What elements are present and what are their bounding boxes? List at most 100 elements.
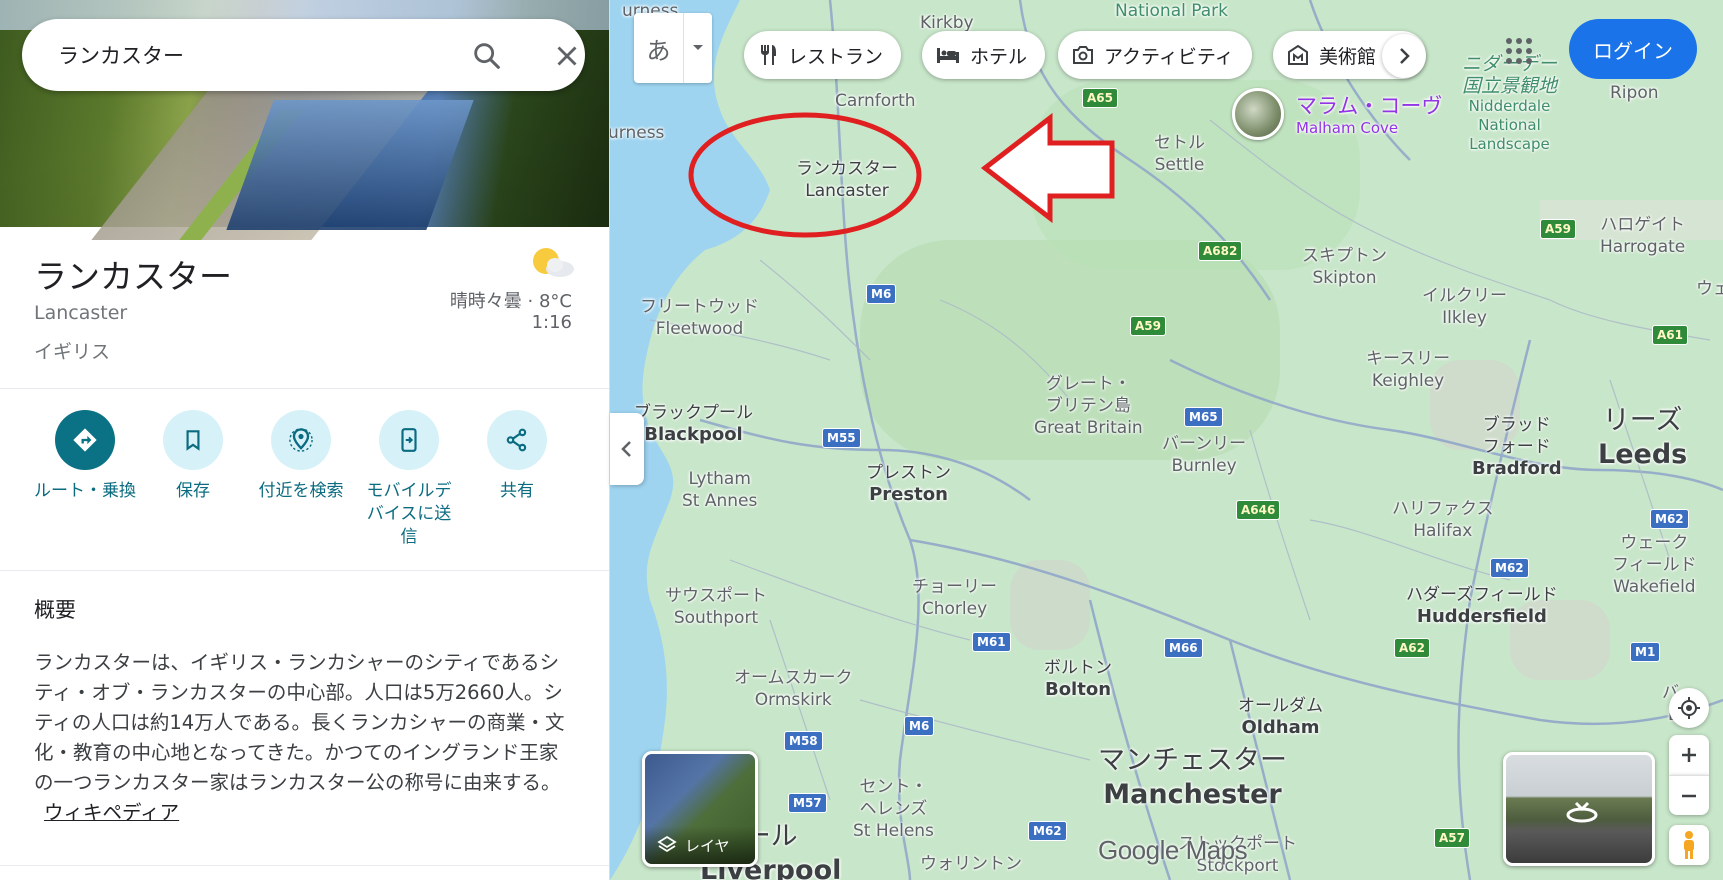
directions-label: ルート・乗換 bbox=[34, 481, 136, 501]
road-shield: A646 bbox=[1236, 500, 1281, 520]
chip-hotels[interactable]: ホテル bbox=[922, 31, 1046, 79]
map-label-warrington: ウォリントン bbox=[920, 854, 1022, 874]
street-view-thumbnail[interactable] bbox=[1503, 752, 1655, 866]
map-canvas[interactable]: urness urness National Park Kirkby Carnf… bbox=[610, 0, 1723, 880]
map-label-great-britain: グレート・ ブリテン島 Great Britain bbox=[1034, 374, 1143, 438]
save-button[interactable]: 保存 bbox=[138, 410, 248, 503]
nearby-icon bbox=[289, 428, 313, 452]
chip-label: アクティビティ bbox=[1104, 45, 1234, 68]
chips-next-button[interactable] bbox=[1382, 34, 1426, 78]
map-label-blackpool: ブラックプール Blackpool bbox=[634, 403, 753, 445]
road-shield: M57 bbox=[788, 793, 827, 813]
google-maps-logo: Google Maps bbox=[1098, 835, 1248, 865]
map-label-skipton: スキプトン Skipton bbox=[1302, 246, 1387, 288]
road-shield: M62 bbox=[1490, 558, 1529, 578]
road-shield: A682 bbox=[1198, 241, 1243, 261]
map-label-oldham: オールダム Oldham bbox=[1238, 696, 1323, 738]
map-label-harrogate: ハロゲイト Harrogate bbox=[1600, 215, 1686, 257]
place-subtitle: Lancaster bbox=[34, 302, 128, 324]
layers-bar: レイヤ bbox=[645, 826, 755, 864]
directions-button[interactable]: ルート・乗換 bbox=[30, 410, 140, 503]
collapse-panel-button[interactable] bbox=[610, 413, 644, 485]
wikipedia-link[interactable]: ウィキペディア bbox=[44, 801, 179, 824]
map-label-settle: セトル Settle bbox=[1154, 133, 1205, 175]
divider bbox=[0, 865, 609, 866]
input-method-toggle: あ bbox=[634, 13, 712, 83]
action-row: ルート・乗換 保存 付近を検索 モバイルデバイスに送信 共有 bbox=[30, 410, 590, 560]
weather-text: 晴時々曇 · 8°C bbox=[449, 291, 572, 312]
road-shield: A57 bbox=[1434, 828, 1470, 848]
road-shield: M61 bbox=[972, 632, 1011, 652]
map-label-barrow: urness bbox=[610, 123, 665, 143]
road-shield: M66 bbox=[1164, 638, 1203, 658]
share-label: 共有 bbox=[500, 481, 534, 501]
rotate-360-icon bbox=[1566, 801, 1598, 823]
login-button[interactable]: ログイン bbox=[1569, 19, 1697, 79]
road-shield: M62 bbox=[1650, 509, 1689, 529]
ime-mode-button[interactable]: あ bbox=[634, 13, 684, 83]
road-shield: M1 bbox=[1630, 642, 1661, 662]
layers-label: レイヤ bbox=[685, 836, 730, 855]
search-icon[interactable] bbox=[470, 39, 504, 73]
close-icon[interactable] bbox=[550, 39, 584, 73]
chip-label: 美術館 bbox=[1319, 45, 1377, 68]
crosshair-icon bbox=[1678, 697, 1700, 719]
place-panel: ランカスター Lancaster イギリス 晴時々曇 · 8°C 1:16 ルー… bbox=[0, 0, 610, 880]
map-label-southport: サウスポート Southport bbox=[665, 586, 767, 628]
chip-activities[interactable]: アクティビティ bbox=[1058, 31, 1252, 79]
map-label-lancaster: ランカスター Lancaster bbox=[796, 159, 898, 201]
share-button[interactable]: 共有 bbox=[462, 410, 572, 503]
map-label-st-helens: セント・ ヘレンズ St Helens bbox=[853, 777, 934, 841]
overview-description: ランカスターは、イギリス・ランカシャーのシティであるシティ・オブ・ランカスターの… bbox=[34, 651, 565, 794]
map-label-manchester: マンチェスター Manchester bbox=[1098, 745, 1287, 810]
map-label-wakefield: ウェーク フィールド Wakefield bbox=[1612, 533, 1697, 597]
map-label-ormskirk: オームスカーク Ormskirk bbox=[734, 668, 853, 710]
share-icon bbox=[506, 428, 527, 452]
directions-icon bbox=[73, 428, 97, 452]
search-input[interactable] bbox=[58, 43, 448, 67]
map-label-ripon: Ripon bbox=[1610, 83, 1659, 103]
museum-icon bbox=[1288, 45, 1308, 65]
hotel-icon bbox=[937, 48, 959, 63]
place-title: ランカスター bbox=[34, 257, 232, 296]
map-label-carnforth: Carnforth bbox=[835, 91, 916, 111]
my-location-button[interactable] bbox=[1669, 688, 1709, 728]
local-time: 1:16 bbox=[531, 312, 572, 333]
chevron-right-icon bbox=[1400, 48, 1410, 64]
malham-cove-photo[interactable] bbox=[1232, 88, 1284, 140]
zoom-in-button[interactable] bbox=[1669, 735, 1709, 775]
pegman-button[interactable] bbox=[1669, 825, 1709, 865]
save-label: 保存 bbox=[176, 481, 210, 501]
chip-label: レストラン bbox=[788, 45, 884, 68]
layers-button[interactable]: レイヤ bbox=[642, 751, 758, 867]
map-label-lytham: Lytham St Annes bbox=[682, 469, 758, 511]
map-label-keighley: キースリー Keighley bbox=[1366, 349, 1451, 391]
zoom-out-button[interactable] bbox=[1669, 775, 1709, 815]
road-shield: A62 bbox=[1394, 638, 1430, 658]
pegman-icon bbox=[1684, 831, 1694, 859]
map-label-huddersfield: ハダーズフィールド Huddersfield bbox=[1406, 585, 1558, 627]
map-label-halifax: ハリファクス Halifax bbox=[1392, 499, 1494, 541]
chip-restaurants[interactable]: レストラン bbox=[744, 31, 902, 79]
search-nearby-label: 付近を検索 bbox=[258, 481, 344, 501]
divider bbox=[0, 388, 609, 389]
search-nearby-button[interactable]: 付近を検索 bbox=[246, 410, 356, 503]
send-to-phone-button[interactable]: モバイルデバイスに送信 bbox=[354, 410, 464, 549]
apps-grid-icon[interactable] bbox=[1502, 34, 1536, 68]
map-label-nidderdale: ニダーデー 国立景観地 Nidderdale National Landscape bbox=[1462, 53, 1558, 153]
road-shield: M62 bbox=[1028, 821, 1067, 841]
partly-cloudy-icon bbox=[528, 245, 576, 281]
map-poi-malham-cove[interactable]: マラム・コーヴ Malham Cove bbox=[1296, 95, 1442, 139]
minus-icon bbox=[1682, 794, 1696, 797]
search-box bbox=[22, 19, 585, 91]
place-country: イギリス bbox=[34, 341, 111, 363]
ime-dropdown[interactable] bbox=[684, 13, 712, 83]
map-label-national-park: National Park bbox=[1115, 1, 1228, 21]
road-shield: A59 bbox=[1540, 219, 1576, 239]
map-label-ilkley: イルクリー Ilkley bbox=[1422, 286, 1507, 328]
road-shield: M58 bbox=[784, 731, 823, 751]
road-shield: M6 bbox=[866, 284, 897, 304]
overview-body: ランカスターは、イギリス・ランカシャーのシティであるシティ・オブ・ランカスターの… bbox=[34, 648, 574, 828]
road-shield: A61 bbox=[1652, 325, 1688, 345]
road-shield: A65 bbox=[1082, 88, 1118, 108]
